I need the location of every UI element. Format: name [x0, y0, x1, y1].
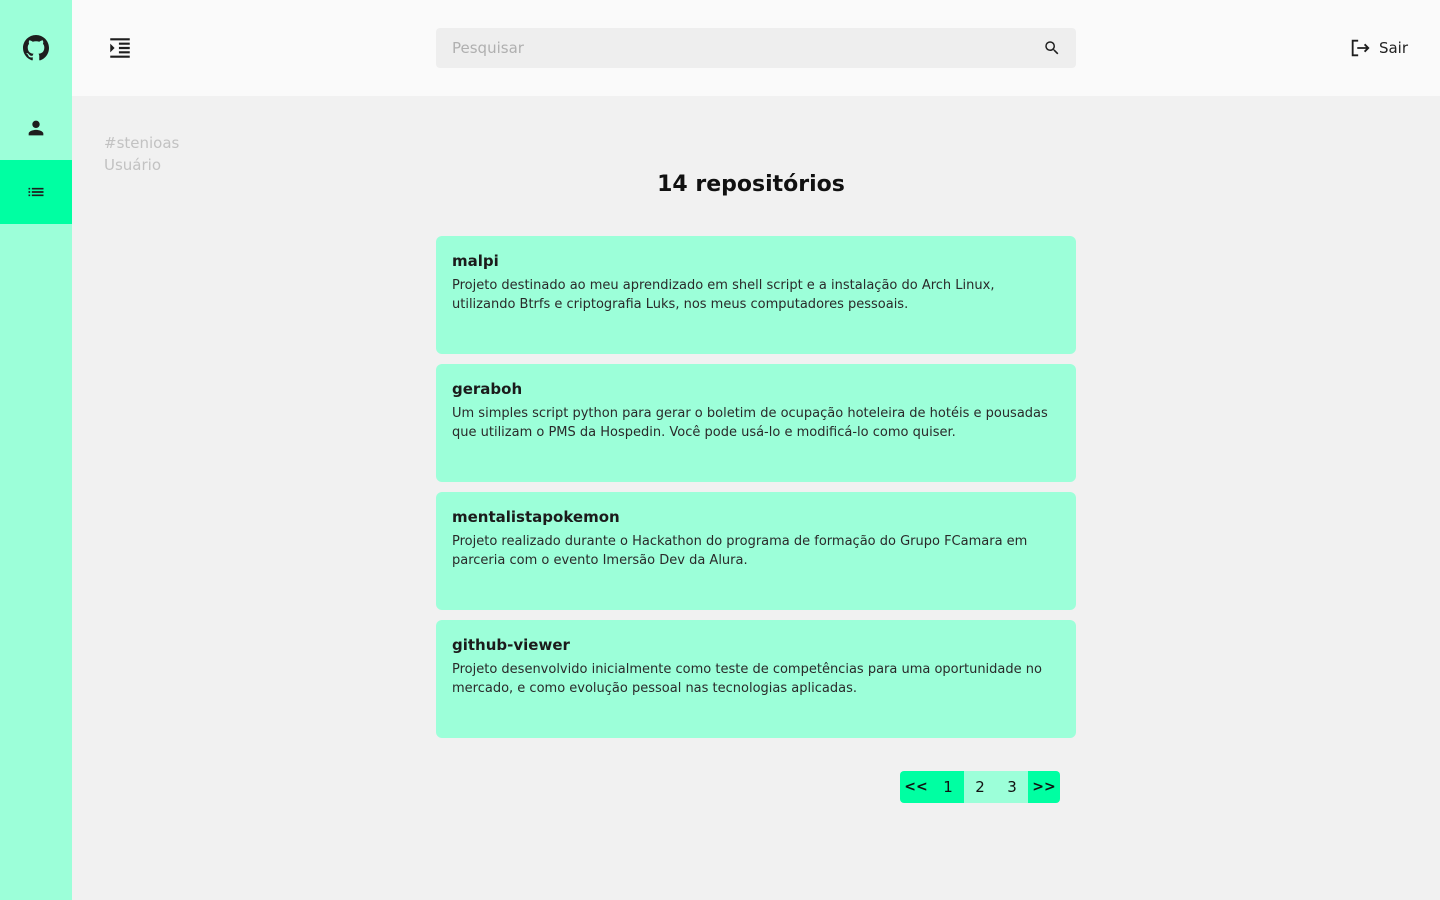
- repo-name: github-viewer: [452, 636, 570, 654]
- repo-description: Projeto desenvolvido inicialmente como t…: [452, 662, 1042, 696]
- repo-card[interactable]: malpi Projeto destinado ao meu aprendiza…: [436, 236, 1076, 354]
- repo-name: geraboh: [452, 380, 523, 398]
- sidebar: [0, 0, 72, 900]
- pagination-page-3[interactable]: 3: [996, 771, 1028, 803]
- github-icon: [23, 35, 49, 61]
- search-button[interactable]: [1042, 38, 1062, 58]
- page-title: 14 repositórios: [657, 172, 845, 197]
- user-info: #stenioas Usuário: [104, 132, 179, 176]
- user-handle: #stenioas: [104, 134, 180, 152]
- repo-name: mentalistapokemon: [452, 508, 620, 526]
- pagination-prev-button[interactable]: <<: [900, 771, 932, 803]
- menu-toggle-button[interactable]: [106, 34, 134, 62]
- search-box: [436, 28, 1076, 68]
- pagination-page-2[interactable]: 2: [964, 771, 996, 803]
- pagination: << 1 2 3 >>: [900, 771, 1060, 803]
- repo-list: malpi Projeto destinado ao meu aprendiza…: [436, 236, 1076, 748]
- search-input[interactable]: [436, 28, 1026, 68]
- pagination-next-button[interactable]: >>: [1028, 771, 1060, 803]
- list-icon: [28, 187, 44, 197]
- repo-name: malpi: [452, 252, 499, 270]
- pagination-page-1[interactable]: 1: [932, 771, 964, 803]
- repo-description: Projeto realizado durante o Hackathon do…: [452, 534, 1028, 568]
- person-icon: [28, 120, 44, 136]
- logout-button[interactable]: Sair: [1349, 36, 1408, 60]
- top-header: Sair: [72, 0, 1440, 96]
- sidebar-item-profile[interactable]: [0, 96, 72, 160]
- search-icon: [1045, 41, 1059, 55]
- repo-description: Projeto destinado ao meu aprendizado em …: [452, 278, 995, 312]
- user-role: Usuário: [104, 156, 162, 174]
- repo-description: Um simples script python para gerar o bo…: [452, 406, 1048, 440]
- sidebar-item-github[interactable]: [0, 16, 72, 80]
- repo-card[interactable]: mentalistapokemon Projeto realizado dura…: [436, 492, 1076, 610]
- logout-label: Sair: [1378, 39, 1408, 57]
- logout-icon: [1351, 39, 1370, 57]
- indent-menu-icon: [110, 38, 130, 58]
- sidebar-item-repositories[interactable]: [0, 160, 72, 224]
- repo-card[interactable]: github-viewer Projeto desenvolvido inici…: [436, 620, 1076, 738]
- repo-card[interactable]: geraboh Um simples script python para ge…: [436, 364, 1076, 482]
